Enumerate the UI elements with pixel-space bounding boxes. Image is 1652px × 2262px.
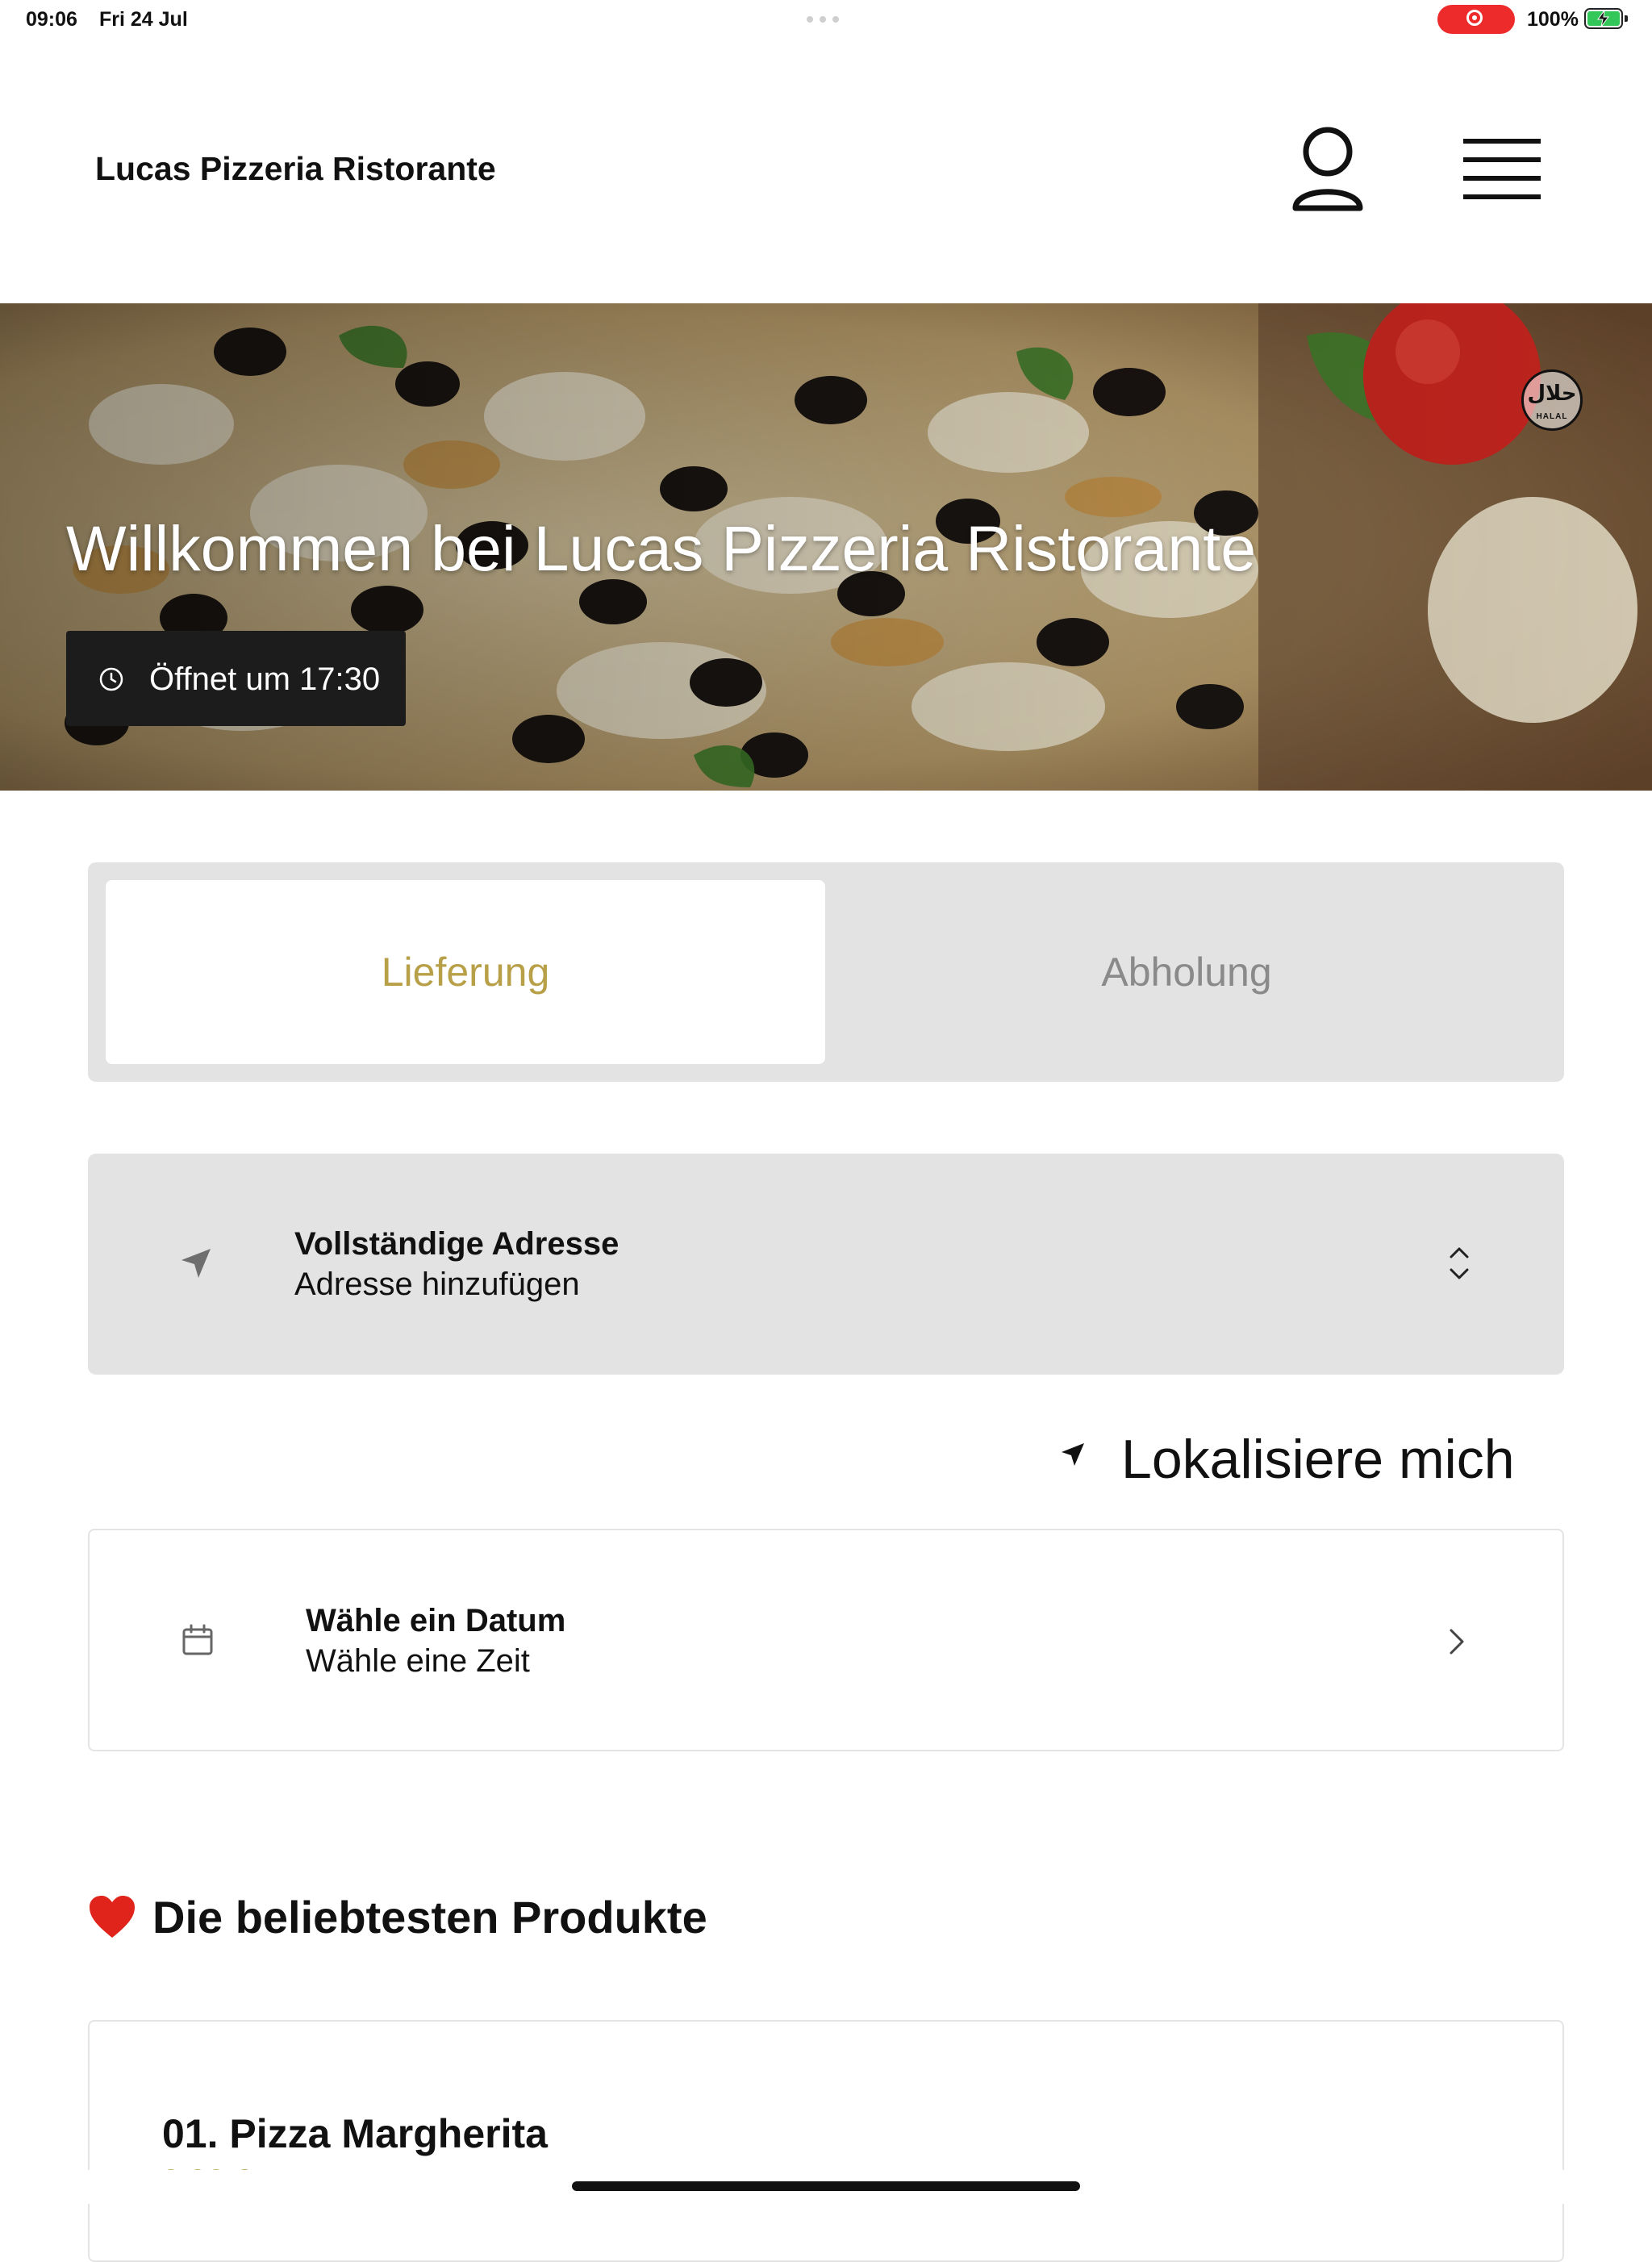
address-title: Vollständige Adresse bbox=[294, 1226, 620, 1262]
tab-delivery[interactable]: Lieferung bbox=[106, 880, 825, 1064]
location-arrow-icon bbox=[1062, 1443, 1084, 1466]
chevron-right-icon bbox=[1450, 1629, 1464, 1655]
navigation-arrow-icon bbox=[181, 1249, 211, 1278]
product-name: 01. Pizza Margherita bbox=[162, 2111, 548, 2156]
opening-time-text: Öffnet um 17:30 bbox=[149, 661, 381, 697]
date-time-selector[interactable]: Wähle ein Datum Wähle eine Zeit bbox=[88, 1529, 1564, 1751]
restaurant-name[interactable]: Lucas Pizzeria Ristorante bbox=[95, 150, 496, 188]
welcome-title: Willkommen bei Lucas Pizzeria Ristorante bbox=[66, 512, 1257, 584]
order-mode-toggle: Lieferung Abholung bbox=[88, 862, 1564, 1082]
home-indicator[interactable] bbox=[572, 2181, 1080, 2191]
product-card[interactable]: 01. Pizza Margherita 9,90 € bbox=[88, 2020, 1564, 2262]
address-selector[interactable]: Vollständige Adresse Adresse hinzufügen bbox=[88, 1154, 1564, 1375]
hamburger-menu-button[interactable] bbox=[1460, 136, 1541, 208]
status-time: 09:06 bbox=[26, 8, 77, 31]
clock-icon bbox=[99, 667, 123, 691]
locate-me-button[interactable]: Lokalisiere mich bbox=[1059, 1423, 1559, 1490]
popular-products-heading: Die beliebtesten Produkte bbox=[88, 1891, 814, 1947]
battery-charging-icon bbox=[1584, 8, 1628, 29]
calendar-icon bbox=[182, 1624, 213, 1655]
user-account-button[interactable] bbox=[1287, 126, 1368, 215]
chevron-up-down-icon bbox=[1450, 1247, 1469, 1279]
red-heart-icon bbox=[90, 1896, 135, 1938]
locate-me-label: Lokalisiere mich bbox=[1121, 1429, 1515, 1490]
screen-recording-icon[interactable] bbox=[1437, 5, 1515, 34]
battery-percent: 100% bbox=[1527, 8, 1579, 31]
section-title: Die beliebtesten Produkte bbox=[152, 1892, 707, 1943]
tab-pickup[interactable]: Abholung bbox=[827, 880, 1546, 1064]
halal-latin-text: HALAL bbox=[1536, 412, 1568, 421]
date-title: Wähle ein Datum bbox=[306, 1603, 566, 1638]
status-date: Fri 24 Jul bbox=[99, 8, 188, 31]
address-placeholder: Adresse hinzufügen bbox=[294, 1267, 580, 1302]
multitasking-dots-icon[interactable] bbox=[807, 16, 839, 23]
time-placeholder: Wähle eine Zeit bbox=[306, 1643, 530, 1679]
hero-banner: حلال HALAL Willkommen bei Lucas Pizzeria… bbox=[0, 303, 1652, 791]
halal-badge-icon: حلال HALAL bbox=[1521, 369, 1583, 431]
person-outline-icon bbox=[1292, 127, 1363, 211]
opening-hours-badge: Öffnet um 17:30 bbox=[66, 631, 406, 726]
halal-arabic-text: حلال bbox=[1527, 382, 1577, 406]
status-bar: 09:06 Fri 24 Jul 100% bbox=[0, 0, 1652, 39]
